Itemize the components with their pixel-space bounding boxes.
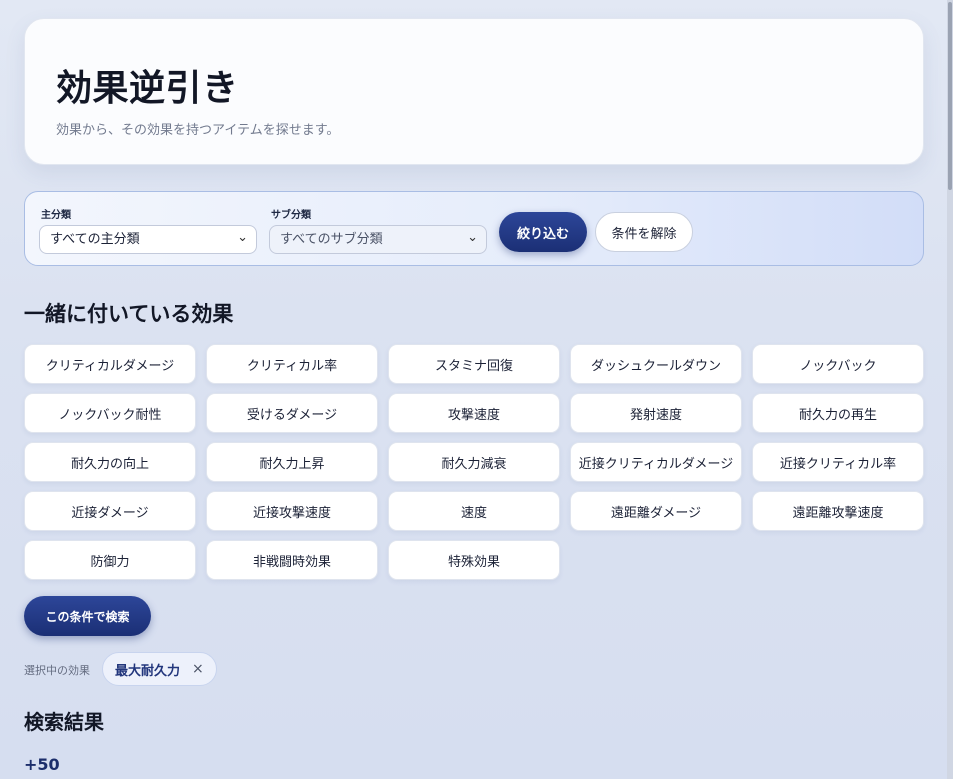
effect-chip[interactable]: 耐久力の再生 bbox=[752, 393, 924, 433]
effect-chip[interactable]: ノックバック bbox=[752, 344, 924, 384]
result-value: +50 bbox=[24, 755, 60, 774]
effect-chip[interactable]: 遠距離攻撃速度 bbox=[752, 491, 924, 531]
results-section-title: 検索結果 bbox=[24, 710, 104, 734]
effect-chip[interactable]: 近接クリティカルダメージ bbox=[570, 442, 742, 482]
effect-chip[interactable]: クリティカル率 bbox=[206, 344, 378, 384]
filter-bar: 主分類 すべての主分類 ⌄ サブ分類 すべてのサブ分類 ⌄ 絞り込む 条件を解除 bbox=[24, 191, 924, 266]
search-button[interactable]: この条件で検索 bbox=[24, 596, 151, 636]
sub-category-group: サブ分類 すべてのサブ分類 ⌄ bbox=[269, 206, 487, 254]
page-title: 効果逆引き bbox=[56, 68, 239, 109]
sub-category-value: すべてのサブ分類 bbox=[280, 232, 383, 247]
effect-chip[interactable]: 攻撃速度 bbox=[388, 393, 560, 433]
effect-chip[interactable]: クリティカルダメージ bbox=[24, 344, 196, 384]
effect-chip[interactable]: 耐久力の向上 bbox=[24, 442, 196, 482]
selected-effect-name: 最大耐久力 bbox=[115, 663, 181, 679]
effect-chip[interactable]: スタミナ回復 bbox=[388, 344, 560, 384]
effect-chip[interactable]: 受けるダメージ bbox=[206, 393, 378, 433]
effect-chip-grid: クリティカルダメージ クリティカル率 スタミナ回復 ダッシュクールダウン ノックバックノ… bbox=[24, 344, 926, 580]
effect-chip[interactable]: 近接ダメージ bbox=[24, 491, 196, 531]
effect-chip[interactable]: 非戦闘時効果 bbox=[206, 540, 378, 580]
effects-section-title: 一緒に付いている効果 bbox=[24, 302, 234, 326]
header-card: 効果逆引き 効果から、その効果を持つアイテムを探せます。 bbox=[24, 18, 924, 165]
scrollbar[interactable] bbox=[947, 0, 953, 779]
close-icon[interactable]: × bbox=[192, 661, 204, 677]
page-subtitle: 効果から、その効果を持つアイテムを探せます。 bbox=[56, 123, 340, 138]
selected-effect-chip: 最大耐久力 × bbox=[102, 652, 217, 686]
selected-effect-label: 選択中の効果 bbox=[24, 664, 90, 677]
effect-chip[interactable]: 特殊効果 bbox=[388, 540, 560, 580]
clear-filter-button[interactable]: 条件を解除 bbox=[595, 212, 693, 252]
main-category-label: 主分類 bbox=[41, 210, 71, 221]
effect-chip[interactable]: 耐久力上昇 bbox=[206, 442, 378, 482]
effect-chip[interactable]: ダッシュクールダウン bbox=[570, 344, 742, 384]
apply-filter-button[interactable]: 絞り込む bbox=[499, 212, 587, 252]
scrollbar-thumb[interactable] bbox=[948, 2, 952, 190]
sub-category-label: サブ分類 bbox=[271, 210, 311, 221]
effect-chip[interactable]: 発射速度 bbox=[570, 393, 742, 433]
main-category-group: 主分類 すべての主分類 ⌄ bbox=[39, 206, 257, 254]
effect-chip[interactable]: 近接クリティカル率 bbox=[752, 442, 924, 482]
sub-category-select[interactable]: すべてのサブ分類 ⌄ bbox=[269, 225, 487, 254]
main-category-select[interactable]: すべての主分類 ⌄ bbox=[39, 225, 257, 254]
effect-chip[interactable]: ノックバック耐性 bbox=[24, 393, 196, 433]
main-category-value: すべての主分類 bbox=[50, 232, 140, 247]
effect-chip[interactable]: 遠距離ダメージ bbox=[570, 491, 742, 531]
chevron-down-icon: ⌄ bbox=[467, 230, 478, 245]
chevron-down-icon: ⌄ bbox=[237, 230, 248, 245]
effect-chip[interactable]: 近接攻撃速度 bbox=[206, 491, 378, 531]
effect-chip[interactable]: 耐久力減衰 bbox=[388, 442, 560, 482]
effect-chip[interactable]: 速度 bbox=[388, 491, 560, 531]
effect-chip[interactable]: 防御力 bbox=[24, 540, 196, 580]
